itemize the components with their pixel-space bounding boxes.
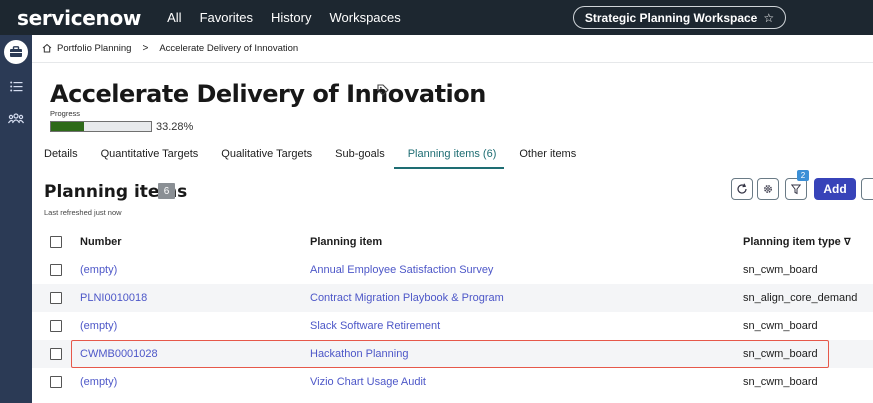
tab-qualitative-targets[interactable]: Qualitative Targets xyxy=(221,148,312,168)
top-navigation-bar: servicenow All Favorites History Workspa… xyxy=(0,0,873,35)
record-tabs: Details Quantitative Targets Qualitative… xyxy=(44,148,599,168)
tab-sub-goals[interactable]: Sub-goals xyxy=(335,148,385,168)
filter-icon xyxy=(791,184,801,194)
row-item-link[interactable]: Hackathon Planning xyxy=(310,348,408,360)
servicenow-logo[interactable]: servicenow xyxy=(17,6,141,30)
planning-items-table: Number Planning item Planning item type … xyxy=(32,228,873,396)
tab-other-items[interactable]: Other items xyxy=(519,148,576,168)
column-header-label: Planning item type xyxy=(743,236,841,248)
progress-value: 33.28% xyxy=(156,121,194,133)
filter-count-badge: 2 xyxy=(797,170,809,181)
progress-bar xyxy=(50,121,152,132)
tab-details[interactable]: Details xyxy=(44,148,78,168)
filter-icon[interactable]: ∇ xyxy=(844,237,851,248)
workspace-switcher-button[interactable]: Strategic Planning Workspace ☆ xyxy=(573,6,786,29)
column-header-number[interactable]: Number xyxy=(80,236,122,248)
breadcrumb-portfolio-planning[interactable]: Portfolio Planning xyxy=(57,43,131,54)
rail-item-list[interactable] xyxy=(0,81,32,92)
top-nav-menu: All Favorites History Workspaces xyxy=(167,10,419,25)
nav-workspaces[interactable]: Workspaces xyxy=(329,10,400,25)
nav-favorites[interactable]: Favorites xyxy=(200,10,253,25)
select-all-checkbox[interactable] xyxy=(50,236,62,248)
workspace-name: Strategic Planning Workspace xyxy=(584,10,758,25)
row-item-link[interactable]: Slack Software Retirement xyxy=(310,320,440,332)
row-type: sn_cwm_board xyxy=(743,376,818,388)
table-row[interactable]: PLNI0010018 Contract Migration Playbook … xyxy=(32,284,873,312)
nav-history[interactable]: History xyxy=(271,10,311,25)
refresh-button[interactable] xyxy=(731,178,753,200)
table-row[interactable]: (empty) Annual Employee Satisfaction Sur… xyxy=(32,256,873,284)
breadcrumb-current: Accelerate Delivery of Innovation xyxy=(159,42,299,54)
list-icon xyxy=(9,81,22,92)
more-button[interactable] xyxy=(861,178,873,200)
row-checkbox[interactable] xyxy=(50,264,62,276)
row-number-link[interactable]: (empty) xyxy=(80,376,117,388)
last-refreshed-text: Last refreshed just now xyxy=(44,208,122,217)
row-checkbox[interactable] xyxy=(50,376,62,388)
table-header-row: Number Planning item Planning item type … xyxy=(32,228,873,256)
chevron-right-icon: > xyxy=(142,42,149,54)
filter-button[interactable] xyxy=(785,178,807,200)
gear-icon xyxy=(764,185,772,193)
left-rail xyxy=(0,35,32,403)
progress-label: Progress xyxy=(50,109,81,118)
add-button[interactable]: Add xyxy=(814,178,856,200)
page-title: Accelerate Delivery of Innovation xyxy=(50,80,486,108)
row-type: sn_cwm_board xyxy=(743,320,818,332)
nav-all[interactable]: All xyxy=(167,10,181,25)
home-icon[interactable] xyxy=(42,43,52,53)
row-item-link[interactable]: Annual Employee Satisfaction Survey xyxy=(310,264,493,276)
row-number-link[interactable]: (empty) xyxy=(80,320,117,332)
rail-item-team[interactable] xyxy=(0,113,32,124)
star-icon[interactable]: ☆ xyxy=(763,11,774,25)
rail-item-portfolio[interactable] xyxy=(0,40,32,64)
row-type: sn_align_core_demand xyxy=(743,292,858,304)
row-number-link[interactable]: PLNI0010018 xyxy=(80,292,147,304)
column-header-planning-item-type[interactable]: Planning item type ∇ xyxy=(743,236,851,248)
refresh-icon xyxy=(737,183,747,194)
count-badge: 6 xyxy=(158,183,175,199)
progress-fill xyxy=(51,122,85,131)
row-type: sn_cwm_board xyxy=(743,264,818,276)
row-checkbox[interactable] xyxy=(50,320,62,332)
table-row[interactable]: (empty) Vizio Chart Usage Audit sn_cwm_b… xyxy=(32,368,873,396)
divider xyxy=(32,62,873,63)
active-tab-indicator xyxy=(394,167,504,169)
table-row[interactable]: CWMB0001028 Hackathon Planning sn_cwm_bo… xyxy=(32,340,873,368)
tag-icon[interactable] xyxy=(377,84,389,96)
row-number-link[interactable]: CWMB0001028 xyxy=(80,348,158,360)
breadcrumb: Portfolio Planning > Accelerate Delivery… xyxy=(42,40,298,56)
briefcase-icon xyxy=(4,40,28,64)
table-row[interactable]: (empty) Slack Software Retirement sn_cwm… xyxy=(32,312,873,340)
row-checkbox[interactable] xyxy=(50,292,62,304)
row-checkbox[interactable] xyxy=(50,348,62,360)
tab-planning-items[interactable]: Planning items (6) xyxy=(408,148,497,168)
settings-button[interactable] xyxy=(757,178,779,200)
column-header-planning-item[interactable]: Planning item xyxy=(310,236,382,248)
row-number-link[interactable]: (empty) xyxy=(80,264,117,276)
group-icon xyxy=(8,113,24,124)
row-item-link[interactable]: Vizio Chart Usage Audit xyxy=(310,376,426,388)
tab-quantitative-targets[interactable]: Quantitative Targets xyxy=(101,148,199,168)
row-item-link[interactable]: Contract Migration Playbook & Program xyxy=(310,292,504,304)
row-type: sn_cwm_board xyxy=(743,348,818,360)
